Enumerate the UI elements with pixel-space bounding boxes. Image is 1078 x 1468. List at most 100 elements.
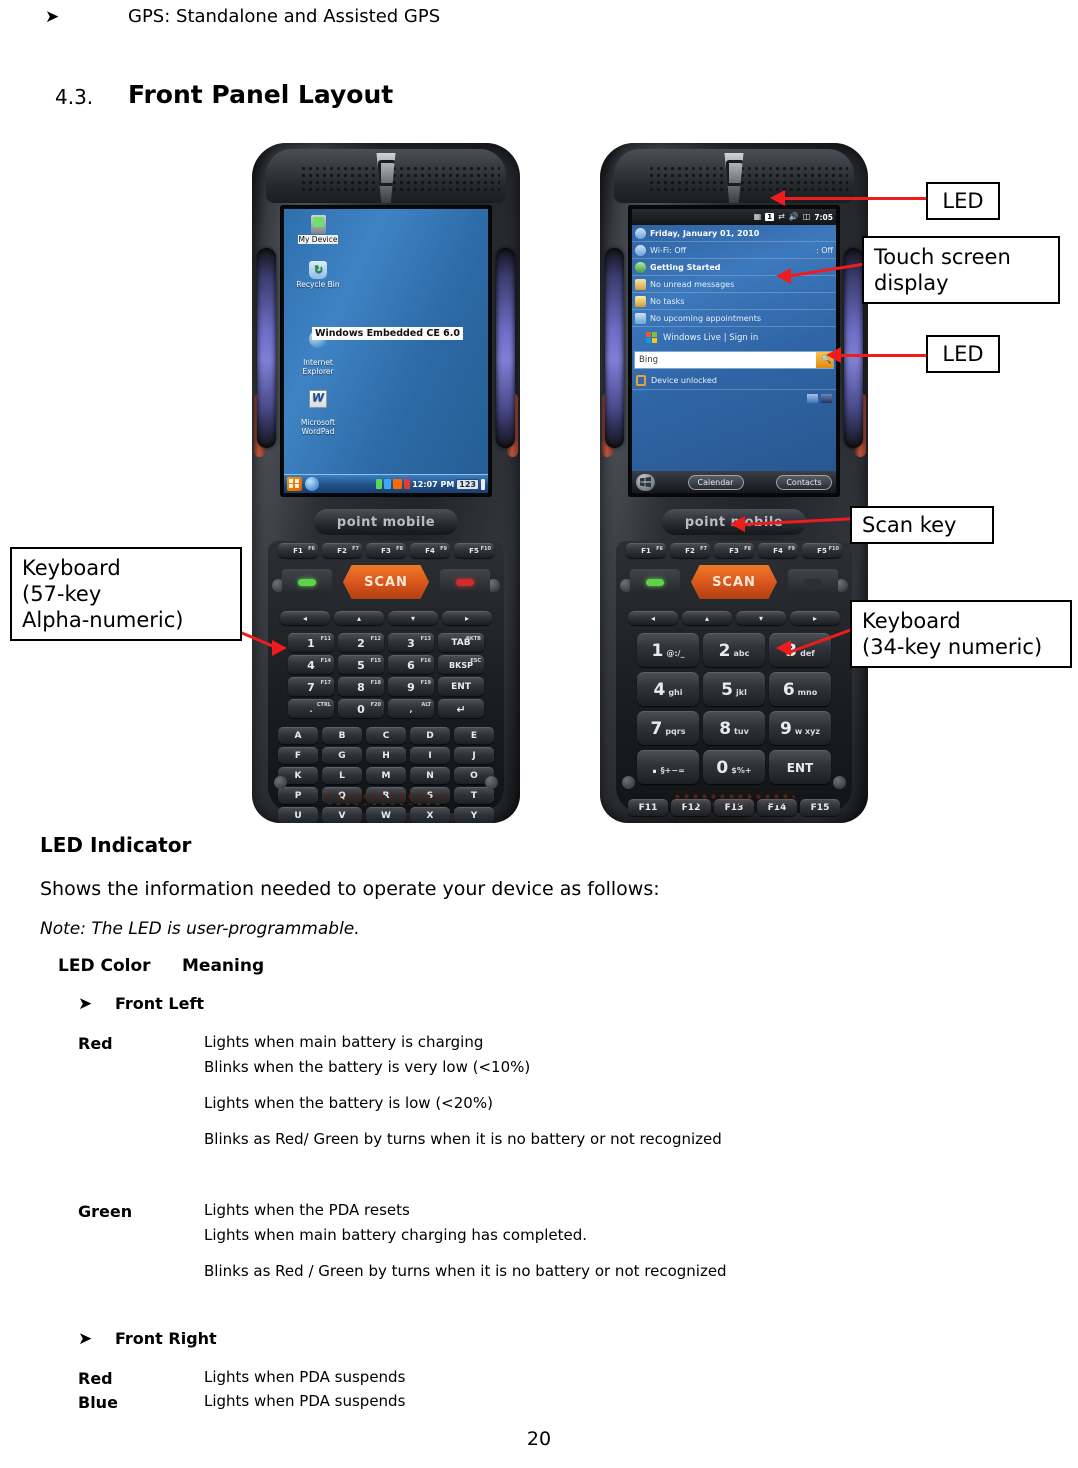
scan-key[interactable]: SCAN xyxy=(343,565,429,599)
key-f5[interactable]: F5 F10 xyxy=(802,543,842,558)
alpha-key-grid[interactable]: A B C D E F G H I J K L M N O P T U V W … xyxy=(268,727,504,823)
key-a[interactable]: A xyxy=(278,727,318,744)
key-9[interactable]: 9 F19 xyxy=(388,677,434,696)
key-row[interactable]: A B C D E xyxy=(278,727,494,744)
key-8[interactable]: 8 F18 xyxy=(338,677,384,696)
key-v[interactable]: V xyxy=(322,807,362,823)
function-key-row[interactable]: F1 F6 F2 F7 F3 F8 F4 F9 F5 F10 xyxy=(616,543,852,558)
nav-left-key[interactable]: ◂ xyxy=(280,611,330,625)
key-c[interactable]: C xyxy=(366,727,406,744)
ce-taskbar[interactable]: 12:07 PM 123 xyxy=(284,474,488,493)
key-enter[interactable]: ENT xyxy=(438,677,484,696)
key-f15[interactable]: F15 xyxy=(800,799,840,816)
key-g[interactable]: G xyxy=(322,747,362,764)
key-f[interactable]: F xyxy=(278,747,318,764)
desktop-icon-recycle-bin[interactable]: ↻ Recycle Bin xyxy=(290,261,346,289)
key-period[interactable]: . §+−= xyxy=(637,750,699,784)
key-3[interactable]: 3 F13 xyxy=(388,633,434,652)
navigation-key-row[interactable]: ◂ ▴ ▾ ▸ xyxy=(268,611,504,627)
keypad-34key[interactable]: F1 F6 F2 F7 F3 F8 F4 F9 F5 F10 SCAN ◂ ▴ ▾ ▸ xyxy=(616,541,852,816)
key-e[interactable]: E xyxy=(454,727,494,744)
key-row[interactable]: 1@:/_ 2abc 3def xyxy=(637,633,831,667)
keypad-57key[interactable]: F1 F6 F2 F7 F3 F8 F4 F9 F5 F10 SCAN ◂ ▴ ▾ ▸ xyxy=(268,541,504,823)
key-bksp[interactable]: BKSP ESC xyxy=(438,655,484,674)
today-row-date[interactable]: Friday, January 01, 2010 xyxy=(632,225,836,242)
key-f1[interactable]: F1 F6 xyxy=(626,543,666,558)
key-row[interactable]: K L M N O xyxy=(278,767,494,784)
sip-keyboard-button[interactable]: 123 xyxy=(456,478,479,490)
keyboard-icon[interactable]: ▦ xyxy=(754,213,762,221)
key-row[interactable]: 7 pqrs 8 tuv 9w xyz xyxy=(637,711,831,745)
key-f2[interactable]: F2 F7 xyxy=(322,543,362,558)
key-row[interactable]: 4 ghi 5 jkl 6 mno xyxy=(637,672,831,706)
key-m[interactable]: M xyxy=(366,767,406,784)
key-row[interactable]: . §+−= 0 $%+ ENT xyxy=(637,750,831,784)
key-1[interactable]: 1 F11 xyxy=(288,633,334,652)
today-row-tasks[interactable]: No tasks xyxy=(632,293,836,310)
sip-arrow-icon[interactable] xyxy=(481,478,485,490)
key-p[interactable]: P xyxy=(278,787,318,804)
key-comma-alt[interactable]: , ALT xyxy=(388,699,434,718)
scan-key[interactable]: SCAN xyxy=(691,565,777,599)
taskbar-ie-icon[interactable] xyxy=(305,477,319,491)
soft-key-calendar[interactable]: Calendar xyxy=(687,474,744,490)
end-key[interactable] xyxy=(788,569,838,595)
key-f1[interactable]: F1 F6 xyxy=(278,543,318,558)
key-n[interactable]: N xyxy=(410,767,450,784)
wm-title-bar[interactable]: ▦ 1 ⇄ 🔊 ◫ 7:05 xyxy=(632,209,836,225)
soft-key-contacts[interactable]: Contacts xyxy=(776,474,832,490)
today-row-appointments[interactable]: No upcoming appointments xyxy=(632,310,836,327)
key-8[interactable]: 8 tuv xyxy=(703,711,765,745)
key-7[interactable]: 7 F17 xyxy=(288,677,334,696)
key-h[interactable]: H xyxy=(366,747,406,764)
key-l[interactable]: L xyxy=(322,767,362,784)
end-key[interactable] xyxy=(440,569,490,595)
desktop-icon-wordpad[interactable]: W Microsoft WordPad xyxy=(290,381,346,436)
nav-up-key[interactable]: ▴ xyxy=(334,611,384,625)
key-row[interactable]: F G H I J xyxy=(278,747,494,764)
battery-icon[interactable]: ◫ xyxy=(803,213,811,221)
key-i[interactable]: I xyxy=(410,747,450,764)
key-f5[interactable]: F5 F10 xyxy=(454,543,494,558)
key-f4[interactable]: F4 F9 xyxy=(410,543,450,558)
key-6[interactable]: 6 F16 xyxy=(388,655,434,674)
key-d[interactable]: D xyxy=(410,727,450,744)
key-row[interactable]: 1 F11 2 F12 3 F13 TAB BKTB xyxy=(288,633,484,652)
function-key-row[interactable]: F1 F6 F2 F7 F3 F8 F4 F9 F5 F10 xyxy=(268,543,504,558)
device-lock-row[interactable]: Device unlocked xyxy=(632,372,836,390)
key-f4[interactable]: F4 F9 xyxy=(758,543,798,558)
key-2[interactable]: 2 F12 xyxy=(338,633,384,652)
navigation-key-row[interactable]: ◂ ▴ ▾ ▸ xyxy=(616,611,852,627)
touch-screen-display[interactable]: My Device ↻ Recycle Bin Internet Explore… xyxy=(284,209,488,493)
nav-up-key[interactable]: ▴ xyxy=(682,611,732,625)
desktop-icon-my-device[interactable]: My Device xyxy=(290,215,346,244)
signal-tray-icon[interactable] xyxy=(821,394,832,403)
key-0[interactable]: 0 F20 xyxy=(338,699,384,718)
key-4[interactable]: 4 F14 xyxy=(288,655,334,674)
nav-down-key[interactable]: ▾ xyxy=(736,611,786,625)
key-5[interactable]: 5 F15 xyxy=(338,655,384,674)
key-7[interactable]: 7 pqrs xyxy=(637,711,699,745)
system-tray[interactable]: 12:07 PM 123 xyxy=(376,478,485,490)
key-f3[interactable]: F3 F8 xyxy=(714,543,754,558)
nav-left-key[interactable]: ◂ xyxy=(628,611,678,625)
key-x[interactable]: X xyxy=(410,807,450,823)
numeric-key-grid[interactable]: 1 F11 2 F12 3 F13 TAB BKTB 4 F14 5 F15 6 F16 BK… xyxy=(268,633,504,718)
key-j[interactable]: J xyxy=(454,747,494,764)
key-f2[interactable]: F2 F7 xyxy=(670,543,710,558)
nav-down-key[interactable]: ▾ xyxy=(388,611,438,625)
connectivity-icon[interactable]: ⇄ xyxy=(778,213,785,221)
key-b[interactable]: B xyxy=(322,727,362,744)
key-2[interactable]: 2 abc xyxy=(703,633,765,667)
key-9[interactable]: 9w xyz xyxy=(769,711,831,745)
soft-key-bar[interactable]: Calendar Contacts xyxy=(632,471,836,493)
today-row-wifi[interactable]: Wi-Fi: Off : Off xyxy=(632,242,836,259)
send-key[interactable] xyxy=(282,569,332,595)
start-button[interactable] xyxy=(636,473,655,491)
windows-live-row[interactable]: Windows Live | Sign in xyxy=(632,327,836,348)
key-enter-arrow[interactable]: ↵ xyxy=(438,699,484,718)
today-row-messages[interactable]: No unread messages xyxy=(632,276,836,293)
volume-icon[interactable]: 🔊 xyxy=(789,213,799,221)
key-w[interactable]: W xyxy=(366,807,406,823)
key-row[interactable]: 4 F14 5 F15 6 F16 BKSP ESC xyxy=(288,655,484,674)
